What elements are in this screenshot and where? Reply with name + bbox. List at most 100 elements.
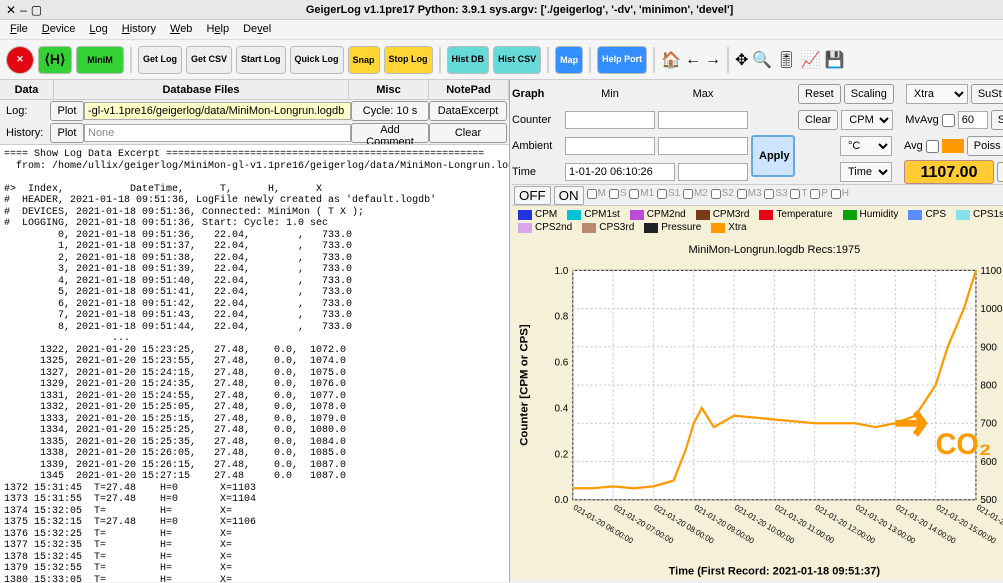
quicklog-button[interactable]: Quick Log xyxy=(290,46,344,74)
check-T[interactable] xyxy=(790,189,800,199)
home-icon[interactable]: 🏠 xyxy=(661,50,681,70)
apply-button[interactable]: Apply xyxy=(751,135,795,177)
check-S2[interactable] xyxy=(711,189,721,199)
avg-label: Avg xyxy=(904,140,923,152)
time-label: Time xyxy=(512,166,562,178)
helpport-button[interactable]: Help Port xyxy=(597,46,647,74)
reset-button[interactable]: Reset xyxy=(798,84,841,104)
log-path-field[interactable] xyxy=(84,102,351,120)
menu-file[interactable]: File xyxy=(4,22,34,37)
sust-button[interactable]: SuSt xyxy=(971,84,1003,104)
stoplog-button[interactable]: Stop Log xyxy=(384,46,433,74)
degc-combo[interactable]: °C xyxy=(840,136,892,156)
window-max-icon[interactable]: ▢ xyxy=(31,3,42,17)
check-M1[interactable] xyxy=(629,189,639,199)
menu-web[interactable]: Web xyxy=(164,22,198,37)
legend-Xtra: Xtra xyxy=(711,222,746,233)
ambient-max[interactable] xyxy=(658,137,748,155)
clear-notepad-button[interactable]: Clear xyxy=(429,123,507,143)
history-label: History: xyxy=(2,127,50,139)
addcomment-button[interactable]: Add Comment xyxy=(351,123,429,143)
history-path-field[interactable] xyxy=(84,124,351,142)
minim-button[interactable]: MiniM xyxy=(76,46,124,74)
hdr-max: Max xyxy=(658,88,748,100)
map-button[interactable]: Map xyxy=(555,46,583,74)
zoom-icon[interactable]: 🔍 xyxy=(752,50,772,70)
check-S[interactable] xyxy=(609,189,619,199)
legend-CPM1st: CPM1st xyxy=(567,209,620,220)
check-M3[interactable] xyxy=(737,189,747,199)
mvavg-check[interactable] xyxy=(942,114,955,127)
window-close-icon[interactable]: ✕ xyxy=(6,3,16,17)
svg-text:CO₂: CO₂ xyxy=(936,428,992,461)
svg-text:0.4: 0.4 xyxy=(555,403,569,414)
check-S3[interactable] xyxy=(764,189,774,199)
cpm-combo[interactable]: CPM xyxy=(841,110,893,130)
window-min-icon[interactable]: – xyxy=(20,3,27,17)
check-P[interactable] xyxy=(810,189,820,199)
titlebar: ✕ – ▢ GeigerLog v1.1pre17 Python: 3.9.1 … xyxy=(0,0,1003,20)
check-H[interactable] xyxy=(831,189,841,199)
avg-check[interactable] xyxy=(926,140,939,153)
pan-icon[interactable]: ✥ xyxy=(735,50,748,70)
chart-legend: CPMCPM1stCPM2ndCPM3rdTemperatureHumidity… xyxy=(512,206,1003,236)
legend-Temperature: Temperature xyxy=(759,209,832,220)
clear-graph-button[interactable]: Clear xyxy=(798,110,838,130)
on-toggle[interactable]: ON xyxy=(554,186,584,205)
fft-button[interactable]: FFT xyxy=(997,162,1003,182)
toggle-row: OFF ON M S M1 S1 M2 S2 M3 S3 T P H X xyxy=(512,184,1003,206)
hdr-misc: Misc xyxy=(349,80,429,99)
svg-text:900: 900 xyxy=(980,342,997,353)
getcsv-button[interactable]: Get CSV xyxy=(186,46,232,74)
back-icon[interactable]: ← xyxy=(685,51,701,69)
configure-icon[interactable]: 🎚 xyxy=(776,50,796,70)
time-max[interactable] xyxy=(678,163,748,181)
histdb-button[interactable]: Hist DB xyxy=(447,46,490,74)
histcsv-button[interactable]: Hist CSV xyxy=(493,46,541,74)
counter-max[interactable] xyxy=(658,111,748,129)
startlog-button[interactable]: Start Log xyxy=(236,46,286,74)
hdr-notepad: NotePad xyxy=(429,80,509,99)
log-output[interactable]: ==== Show Log Data Excerpt =============… xyxy=(0,144,509,582)
counter-min[interactable] xyxy=(565,111,655,129)
legend-CPM3rd: CPM3rd xyxy=(696,209,750,220)
menu-devel[interactable]: Devel xyxy=(237,22,277,37)
dataexcerpt-button[interactable]: DataExcerpt xyxy=(429,101,507,121)
svg-text:Counter [CPM or CPS]: Counter [CPM or CPS] xyxy=(519,324,531,446)
chart-area[interactable]: 500600700800900100011000.00.20.40.60.81.… xyxy=(512,236,1003,580)
off-toggle[interactable]: OFF xyxy=(514,186,551,205)
history-plot-button[interactable]: Plot xyxy=(50,123,84,143)
log-plot-button[interactable]: Plot xyxy=(50,101,84,121)
menu-history[interactable]: History xyxy=(116,22,162,37)
stats-button[interactable]: Stats xyxy=(991,110,1003,130)
check-M[interactable] xyxy=(587,189,597,199)
check-S1[interactable] xyxy=(657,189,667,199)
getlog-button[interactable]: Get Log xyxy=(138,46,182,74)
svg-text:1.0: 1.0 xyxy=(555,266,569,277)
svg-text:0.0: 0.0 xyxy=(555,495,569,506)
cycle-button[interactable]: Cycle: 10 s xyxy=(351,101,429,121)
ambient-label: Ambient xyxy=(512,140,562,152)
check-M2[interactable] xyxy=(683,189,693,199)
time-min[interactable] xyxy=(565,163,675,181)
time-combo[interactable]: Time xyxy=(840,162,892,182)
hdr-dbfiles: Database Files xyxy=(54,80,349,99)
save-icon[interactable]: 💾 xyxy=(825,50,845,70)
poiss-button[interactable]: Poiss xyxy=(967,136,1003,156)
ambient-min[interactable] xyxy=(565,137,655,155)
svg-text:0.8: 0.8 xyxy=(555,312,569,323)
snap-button[interactable]: Snap xyxy=(348,46,380,74)
svg-text:Time (First Record: 2021-01-18: Time (First Record: 2021-01-18 09:51:37) xyxy=(669,565,881,577)
mvavg-value[interactable] xyxy=(958,111,988,129)
big-value: 1107.00 xyxy=(904,160,994,184)
power-button[interactable]: ✕ xyxy=(6,46,34,74)
legend-CPM: CPM xyxy=(518,209,557,220)
forward-icon[interactable]: → xyxy=(705,51,721,69)
plot-icon[interactable]: 📈 xyxy=(801,50,821,70)
xtra-combo[interactable]: Xtra xyxy=(906,84,968,104)
scaling-button[interactable]: Scaling xyxy=(844,84,894,104)
menu-device[interactable]: Device xyxy=(36,22,82,37)
menu-log[interactable]: Log xyxy=(83,22,113,37)
menu-help[interactable]: Help xyxy=(200,22,235,37)
connect-button[interactable]: ⟨H⟩ xyxy=(38,46,72,74)
